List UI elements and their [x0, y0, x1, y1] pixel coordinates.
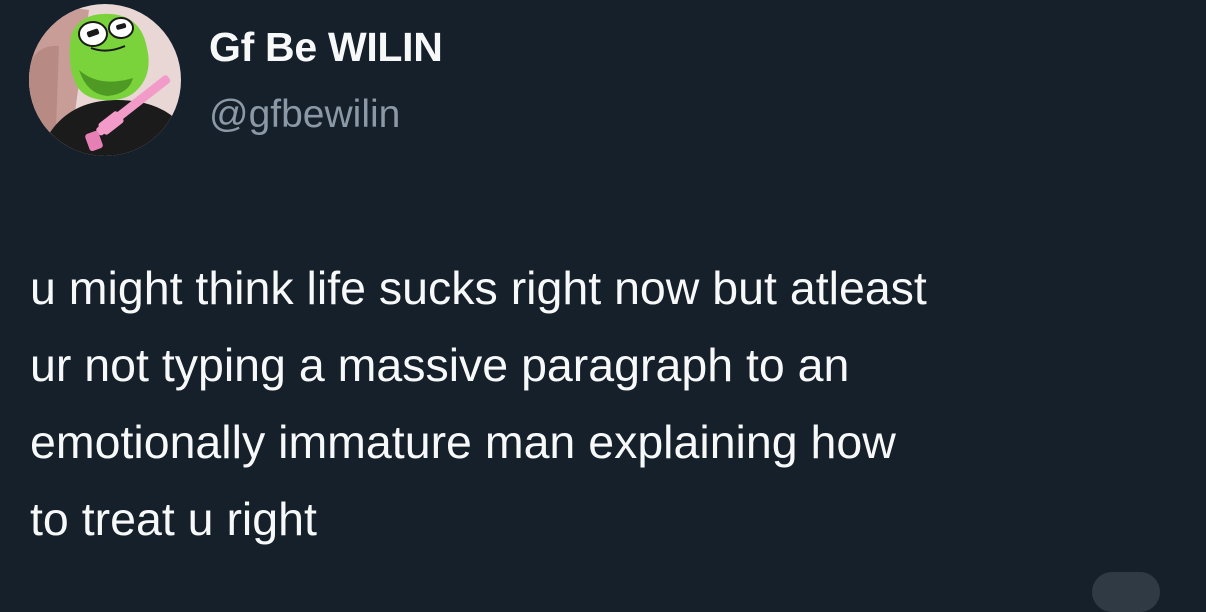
- author-display-name[interactable]: Gf Be WILIN: [209, 24, 443, 71]
- tweet-text-line: ur not typing a massive paragraph to an: [30, 339, 850, 391]
- tweet-text: u might think life sucks right now but a…: [30, 250, 1190, 558]
- tweet-card: Gf Be WILIN @gfbewilin u might think lif…: [0, 0, 1206, 612]
- tweet-text-line: emotionally immature man explaining how: [30, 416, 896, 468]
- profile-avatar[interactable]: [29, 4, 181, 156]
- tweet-text-line: to treat u right: [30, 493, 317, 545]
- avatar-kermit-frog-icon: [29, 4, 181, 156]
- floating-action-badge[interactable]: [1092, 572, 1160, 612]
- author-handle[interactable]: @gfbewilin: [209, 93, 400, 137]
- tweet-text-line: u might think life sucks right now but a…: [30, 262, 927, 314]
